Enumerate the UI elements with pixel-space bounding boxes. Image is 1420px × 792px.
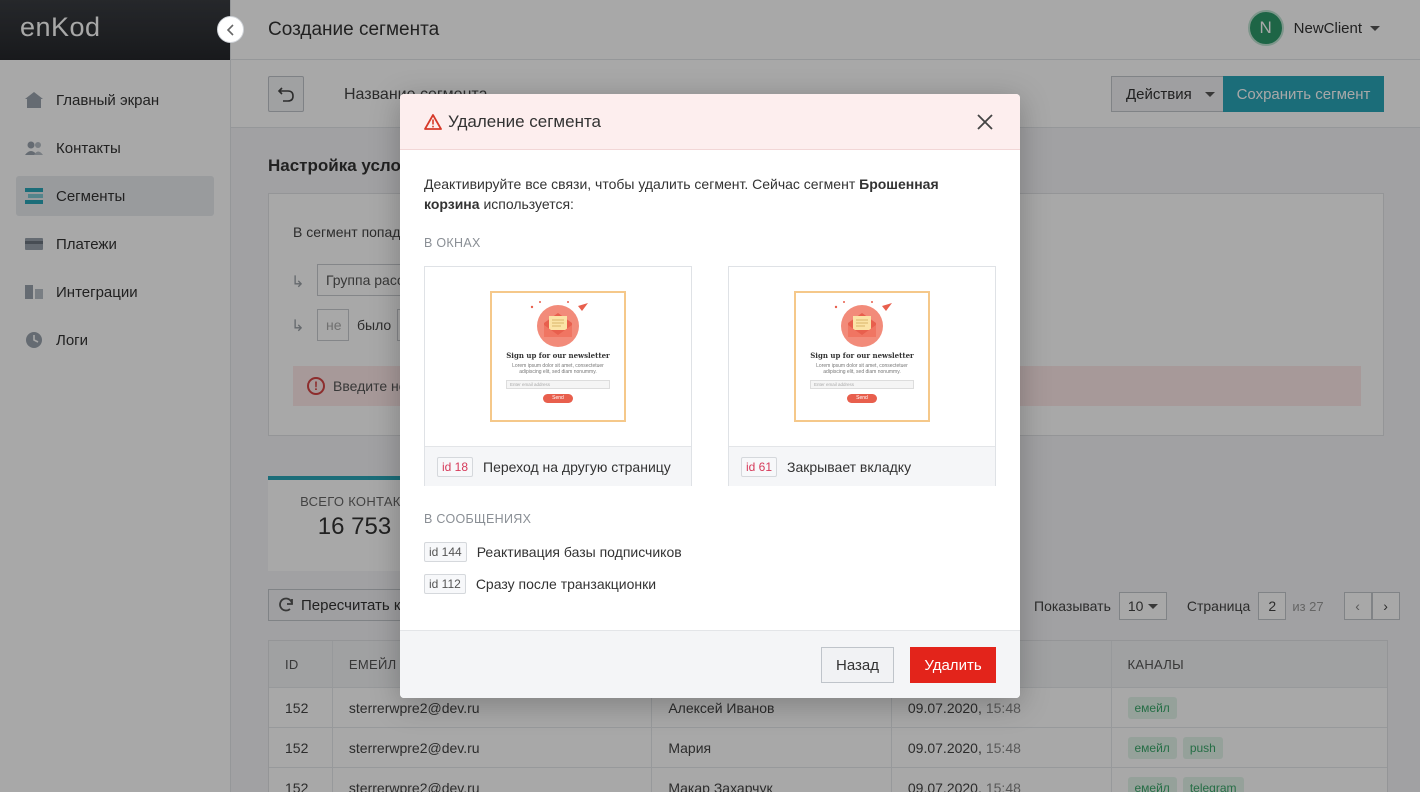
dialog-message: Деактивируйте все связи, чтобы удалить с… xyxy=(424,174,996,214)
newsletter-preview: Sign up for our newsletter Lorem ipsum d… xyxy=(794,291,930,422)
newsletter-text: Lorem ipsum dolor sit amet, consectetuer… xyxy=(816,363,908,375)
newsletter-title: Sign up for our newsletter xyxy=(506,351,610,360)
message-item[interactable]: id 144 Реактивация базы подписчиков xyxy=(424,542,996,562)
newsletter-preview: Sign up for our newsletter Lorem ipsum d… xyxy=(490,291,626,422)
windows-section-title: В ОКНАХ xyxy=(424,236,481,250)
message-id-badge: id 144 xyxy=(424,542,467,562)
dialog-body: Деактивируйте все связи, чтобы удалить с… xyxy=(400,150,1020,594)
newsletter-email-field: Enter email address xyxy=(810,380,914,389)
messages-section-title: В СООБЩЕНИЯХ xyxy=(424,512,532,526)
window-card-footer: id 61 Закрывает вкладку xyxy=(729,447,995,486)
newsletter-send-button: Send xyxy=(543,394,573,403)
dialog-title: Удаление сегмента xyxy=(448,111,602,131)
newsletter-send-button: Send xyxy=(847,394,877,403)
warning-icon xyxy=(424,113,442,130)
message-item[interactable]: id 112 Сразу после транзакционки xyxy=(424,574,996,594)
delete-segment-dialog: Удаление сегмента Деактивируйте все связ… xyxy=(400,94,1020,698)
message-id-badge: id 112 xyxy=(424,574,466,594)
windows-list: Sign up for our newsletter Lorem ipsum d… xyxy=(424,266,996,486)
window-preview: Sign up for our newsletter Lorem ipsum d… xyxy=(425,267,691,447)
window-name: Закрывает вкладку xyxy=(787,458,912,475)
dialog-footer: Назад Удалить xyxy=(400,630,1020,698)
newsletter-text: Lorem ipsum dolor sit amet, consectetuer… xyxy=(512,363,604,375)
window-card[interactable]: Sign up for our newsletter Lorem ipsum d… xyxy=(728,266,996,486)
message-text-end: используется: xyxy=(479,196,574,212)
window-preview: Sign up for our newsletter Lorem ipsum d… xyxy=(729,267,995,447)
window-id-badge: id 61 xyxy=(741,456,778,477)
window-id-badge: id 18 xyxy=(437,456,474,477)
newsletter-email-field: Enter email address xyxy=(506,380,610,389)
window-name: Переход на другую страницу xyxy=(483,458,671,475)
window-card[interactable]: Sign up for our newsletter Lorem ipsum d… xyxy=(424,266,692,486)
back-button[interactable]: Назад xyxy=(821,647,894,683)
dialog-header: Удаление сегмента xyxy=(400,94,1020,150)
delete-button[interactable]: Удалить xyxy=(910,647,996,683)
chevron-left-icon xyxy=(226,23,234,36)
envelope-illustration xyxy=(834,301,892,347)
window-card-footer: id 18 Переход на другую страницу xyxy=(425,447,691,486)
newsletter-title: Sign up for our newsletter xyxy=(810,351,914,360)
message-name: Реактивация базы подписчиков xyxy=(476,544,682,560)
message-text: Деактивируйте все связи, чтобы удалить с… xyxy=(424,176,860,192)
collapse-sidebar-button[interactable] xyxy=(217,16,244,43)
close-icon[interactable] xyxy=(976,113,994,131)
envelope-illustration xyxy=(530,301,588,347)
message-name: Сразу после транзакционки xyxy=(475,576,657,592)
